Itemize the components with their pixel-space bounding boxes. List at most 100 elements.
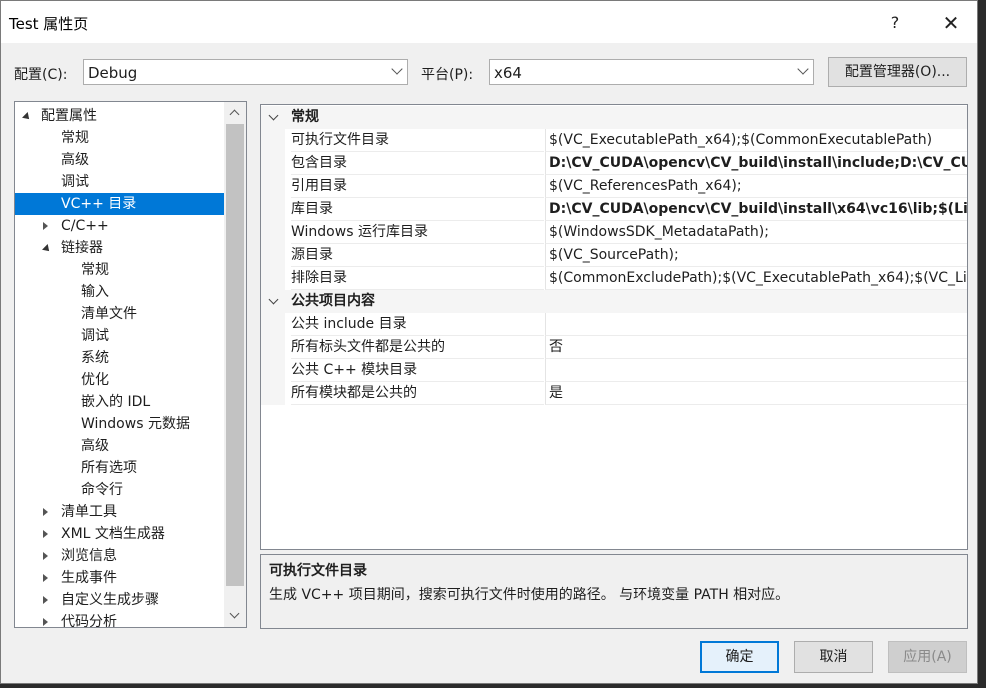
property-row[interactable]: 所有标头文件都是公共的否 bbox=[261, 336, 967, 359]
tree-item[interactable]: C/C++ bbox=[15, 215, 224, 237]
scroll-up-icon[interactable] bbox=[229, 109, 240, 120]
tree-item[interactable]: 链接器 bbox=[15, 237, 224, 259]
close-icon[interactable]: ✕ bbox=[939, 11, 963, 35]
row-gutter bbox=[261, 336, 285, 359]
property-name[interactable]: 可执行文件目录 bbox=[291, 129, 544, 152]
property-grid[interactable]: 常规 可执行文件目录 $(VC_ExecutablePath_x64);$(Comm… bbox=[260, 104, 968, 550]
tree-item[interactable]: 调试 bbox=[15, 325, 224, 347]
property-value[interactable]: $(CommonExcludePath);$(VC_ExecutablePath… bbox=[545, 267, 967, 290]
tree-item[interactable]: 调试 bbox=[15, 171, 224, 193]
collapsed-icon[interactable] bbox=[43, 574, 48, 582]
property-row[interactable]: 源目录 $(VC_SourcePath); bbox=[261, 244, 967, 267]
config-dropdown[interactable]: Debug bbox=[83, 59, 408, 85]
chevron-down-icon[interactable] bbox=[268, 110, 279, 121]
property-row[interactable]: 排除目录 $(CommonExcludePath);$(VC_Executable… bbox=[261, 267, 967, 290]
help-icon[interactable]: ? bbox=[883, 11, 907, 35]
ok-button[interactable]: 确定 bbox=[700, 641, 779, 673]
tree-item[interactable]: 优化 bbox=[15, 369, 224, 391]
platform-label: 平台(P): bbox=[421, 67, 474, 83]
tree-item[interactable]: 自定义生成步骤 bbox=[15, 589, 224, 611]
scroll-down-icon[interactable] bbox=[229, 608, 240, 619]
row-gutter bbox=[261, 244, 285, 267]
collapsed-icon[interactable] bbox=[43, 530, 48, 538]
tree-item-label: 系统 bbox=[81, 350, 109, 366]
tree-item[interactable]: 高级 bbox=[15, 435, 224, 457]
collapsed-icon[interactable] bbox=[43, 596, 48, 604]
collapsed-icon[interactable] bbox=[43, 552, 48, 560]
grid-category[interactable]: 常规 bbox=[261, 106, 967, 129]
tree-item[interactable]: 常规 bbox=[15, 127, 224, 149]
property-name[interactable]: 所有模块都是公共的 bbox=[291, 382, 544, 405]
row-gutter bbox=[261, 198, 285, 221]
tree-item[interactable]: 代码分析 bbox=[15, 611, 224, 627]
tree-item[interactable]: 浏览信息 bbox=[15, 545, 224, 567]
property-value[interactable]: $(VC_ExecutablePath_x64);$(CommonExecuta… bbox=[545, 129, 967, 152]
property-row[interactable]: 公共 C++ 模块目录 bbox=[261, 359, 967, 382]
property-value[interactable]: $(WindowsSDK_MetadataPath); bbox=[545, 221, 967, 244]
tree-item[interactable]: 清单工具 bbox=[15, 501, 224, 523]
property-name[interactable]: 库目录 bbox=[291, 198, 544, 221]
property-row[interactable]: 库目录 D:\CV_CUDA\opencv\CV_build\install\x6… bbox=[261, 198, 967, 221]
tree-item[interactable]: VC++ 目录 bbox=[15, 193, 224, 215]
tree-item[interactable]: 命令行 bbox=[15, 479, 224, 501]
tree-item-label: 嵌入的 IDL bbox=[81, 394, 151, 410]
property-name[interactable]: 排除目录 bbox=[291, 267, 544, 290]
tree-item[interactable]: 配置属性 bbox=[15, 105, 224, 127]
tree-item-label: XML 文档生成器 bbox=[61, 526, 165, 542]
property-value[interactable]: 否 bbox=[545, 336, 967, 359]
tree-item-label: 命令行 bbox=[81, 482, 123, 498]
property-name[interactable]: 公共 C++ 模块目录 bbox=[291, 359, 544, 382]
tree-item[interactable]: 常规 bbox=[15, 259, 224, 281]
tree-item-label: 高级 bbox=[81, 438, 109, 454]
property-name[interactable]: 公共 include 目录 bbox=[291, 313, 544, 336]
collapsed-icon[interactable] bbox=[43, 508, 48, 516]
chevron-down-icon bbox=[797, 63, 809, 75]
property-value[interactable]: $(VC_ReferencesPath_x64); bbox=[545, 175, 967, 198]
tree-item[interactable]: 高级 bbox=[15, 149, 224, 171]
tree-item[interactable]: 嵌入的 IDL bbox=[15, 391, 224, 413]
apply-button[interactable]: 应用(A) bbox=[888, 641, 967, 673]
tree-item[interactable]: Windows 元数据 bbox=[15, 413, 224, 435]
grid-category[interactable]: 公共项目内容 bbox=[261, 290, 967, 313]
property-name[interactable]: 包含目录 bbox=[291, 152, 544, 175]
tree-item[interactable]: 所有选项 bbox=[15, 457, 224, 479]
collapsed-icon[interactable] bbox=[43, 618, 48, 626]
property-value[interactable]: D:\CV_CUDA\opencv\CV_build\install\inclu… bbox=[545, 152, 967, 175]
configuration-manager-button[interactable]: 配置管理器(O)... bbox=[828, 57, 967, 87]
tree-item[interactable]: 输入 bbox=[15, 281, 224, 303]
row-gutter bbox=[261, 221, 285, 244]
property-value[interactable]: $(VC_SourcePath); bbox=[545, 244, 967, 267]
tree-item[interactable]: 清单文件 bbox=[15, 303, 224, 325]
property-value[interactable]: D:\CV_CUDA\opencv\CV_build\install\x64\v… bbox=[545, 198, 967, 221]
cancel-button[interactable]: 取消 bbox=[794, 641, 873, 673]
property-row[interactable]: 所有模块都是公共的是 bbox=[261, 382, 967, 405]
property-row[interactable]: 包含目录 D:\CV_CUDA\opencv\CV_build\install\i… bbox=[261, 152, 967, 175]
expanded-icon[interactable] bbox=[42, 244, 52, 254]
tree-item-label: 常规 bbox=[81, 262, 109, 278]
tree-item[interactable]: 生成事件 bbox=[15, 567, 224, 589]
category-tree[interactable]: 配置属性 常规 高级 调试 VC++ 目录 C/C++ 链接器 常规 输入 清单文件 调试 系统 优化嵌… bbox=[14, 101, 247, 628]
tree-item[interactable]: 系统 bbox=[15, 347, 224, 369]
collapsed-icon[interactable] bbox=[43, 222, 48, 230]
tree-item-label: 输入 bbox=[81, 284, 109, 300]
property-row[interactable]: 公共 include 目录 bbox=[261, 313, 967, 336]
property-value[interactable] bbox=[545, 313, 967, 336]
property-value[interactable] bbox=[545, 359, 967, 382]
tree-item[interactable]: XML 文档生成器 bbox=[15, 523, 224, 545]
property-row[interactable]: Windows 运行库目录 $(WindowsSDK_MetadataPath); bbox=[261, 221, 967, 244]
property-name[interactable]: 引用目录 bbox=[291, 175, 544, 198]
property-name[interactable]: 源目录 bbox=[291, 244, 544, 267]
property-pages-dialog: Test 属性页 ? ✕ 配置(C): Debug 平台(P): x64 配置管… bbox=[0, 0, 978, 684]
scroll-thumb[interactable] bbox=[226, 124, 244, 586]
property-row[interactable]: 引用目录 $(VC_ReferencesPath_x64); bbox=[261, 175, 967, 198]
property-value[interactable]: 是 bbox=[545, 382, 967, 405]
config-label: 配置(C): bbox=[14, 67, 68, 83]
tree-item-label: 生成事件 bbox=[61, 570, 117, 586]
expanded-icon[interactable] bbox=[22, 112, 32, 122]
platform-dropdown[interactable]: x64 bbox=[489, 59, 814, 85]
chevron-down-icon[interactable] bbox=[268, 294, 279, 305]
property-row[interactable]: 可执行文件目录 $(VC_ExecutablePath_x64);$(Common… bbox=[261, 129, 967, 152]
property-name[interactable]: 所有标头文件都是公共的 bbox=[291, 336, 544, 359]
tree-scrollbar[interactable] bbox=[224, 102, 246, 627]
property-name[interactable]: Windows 运行库目录 bbox=[291, 221, 544, 244]
